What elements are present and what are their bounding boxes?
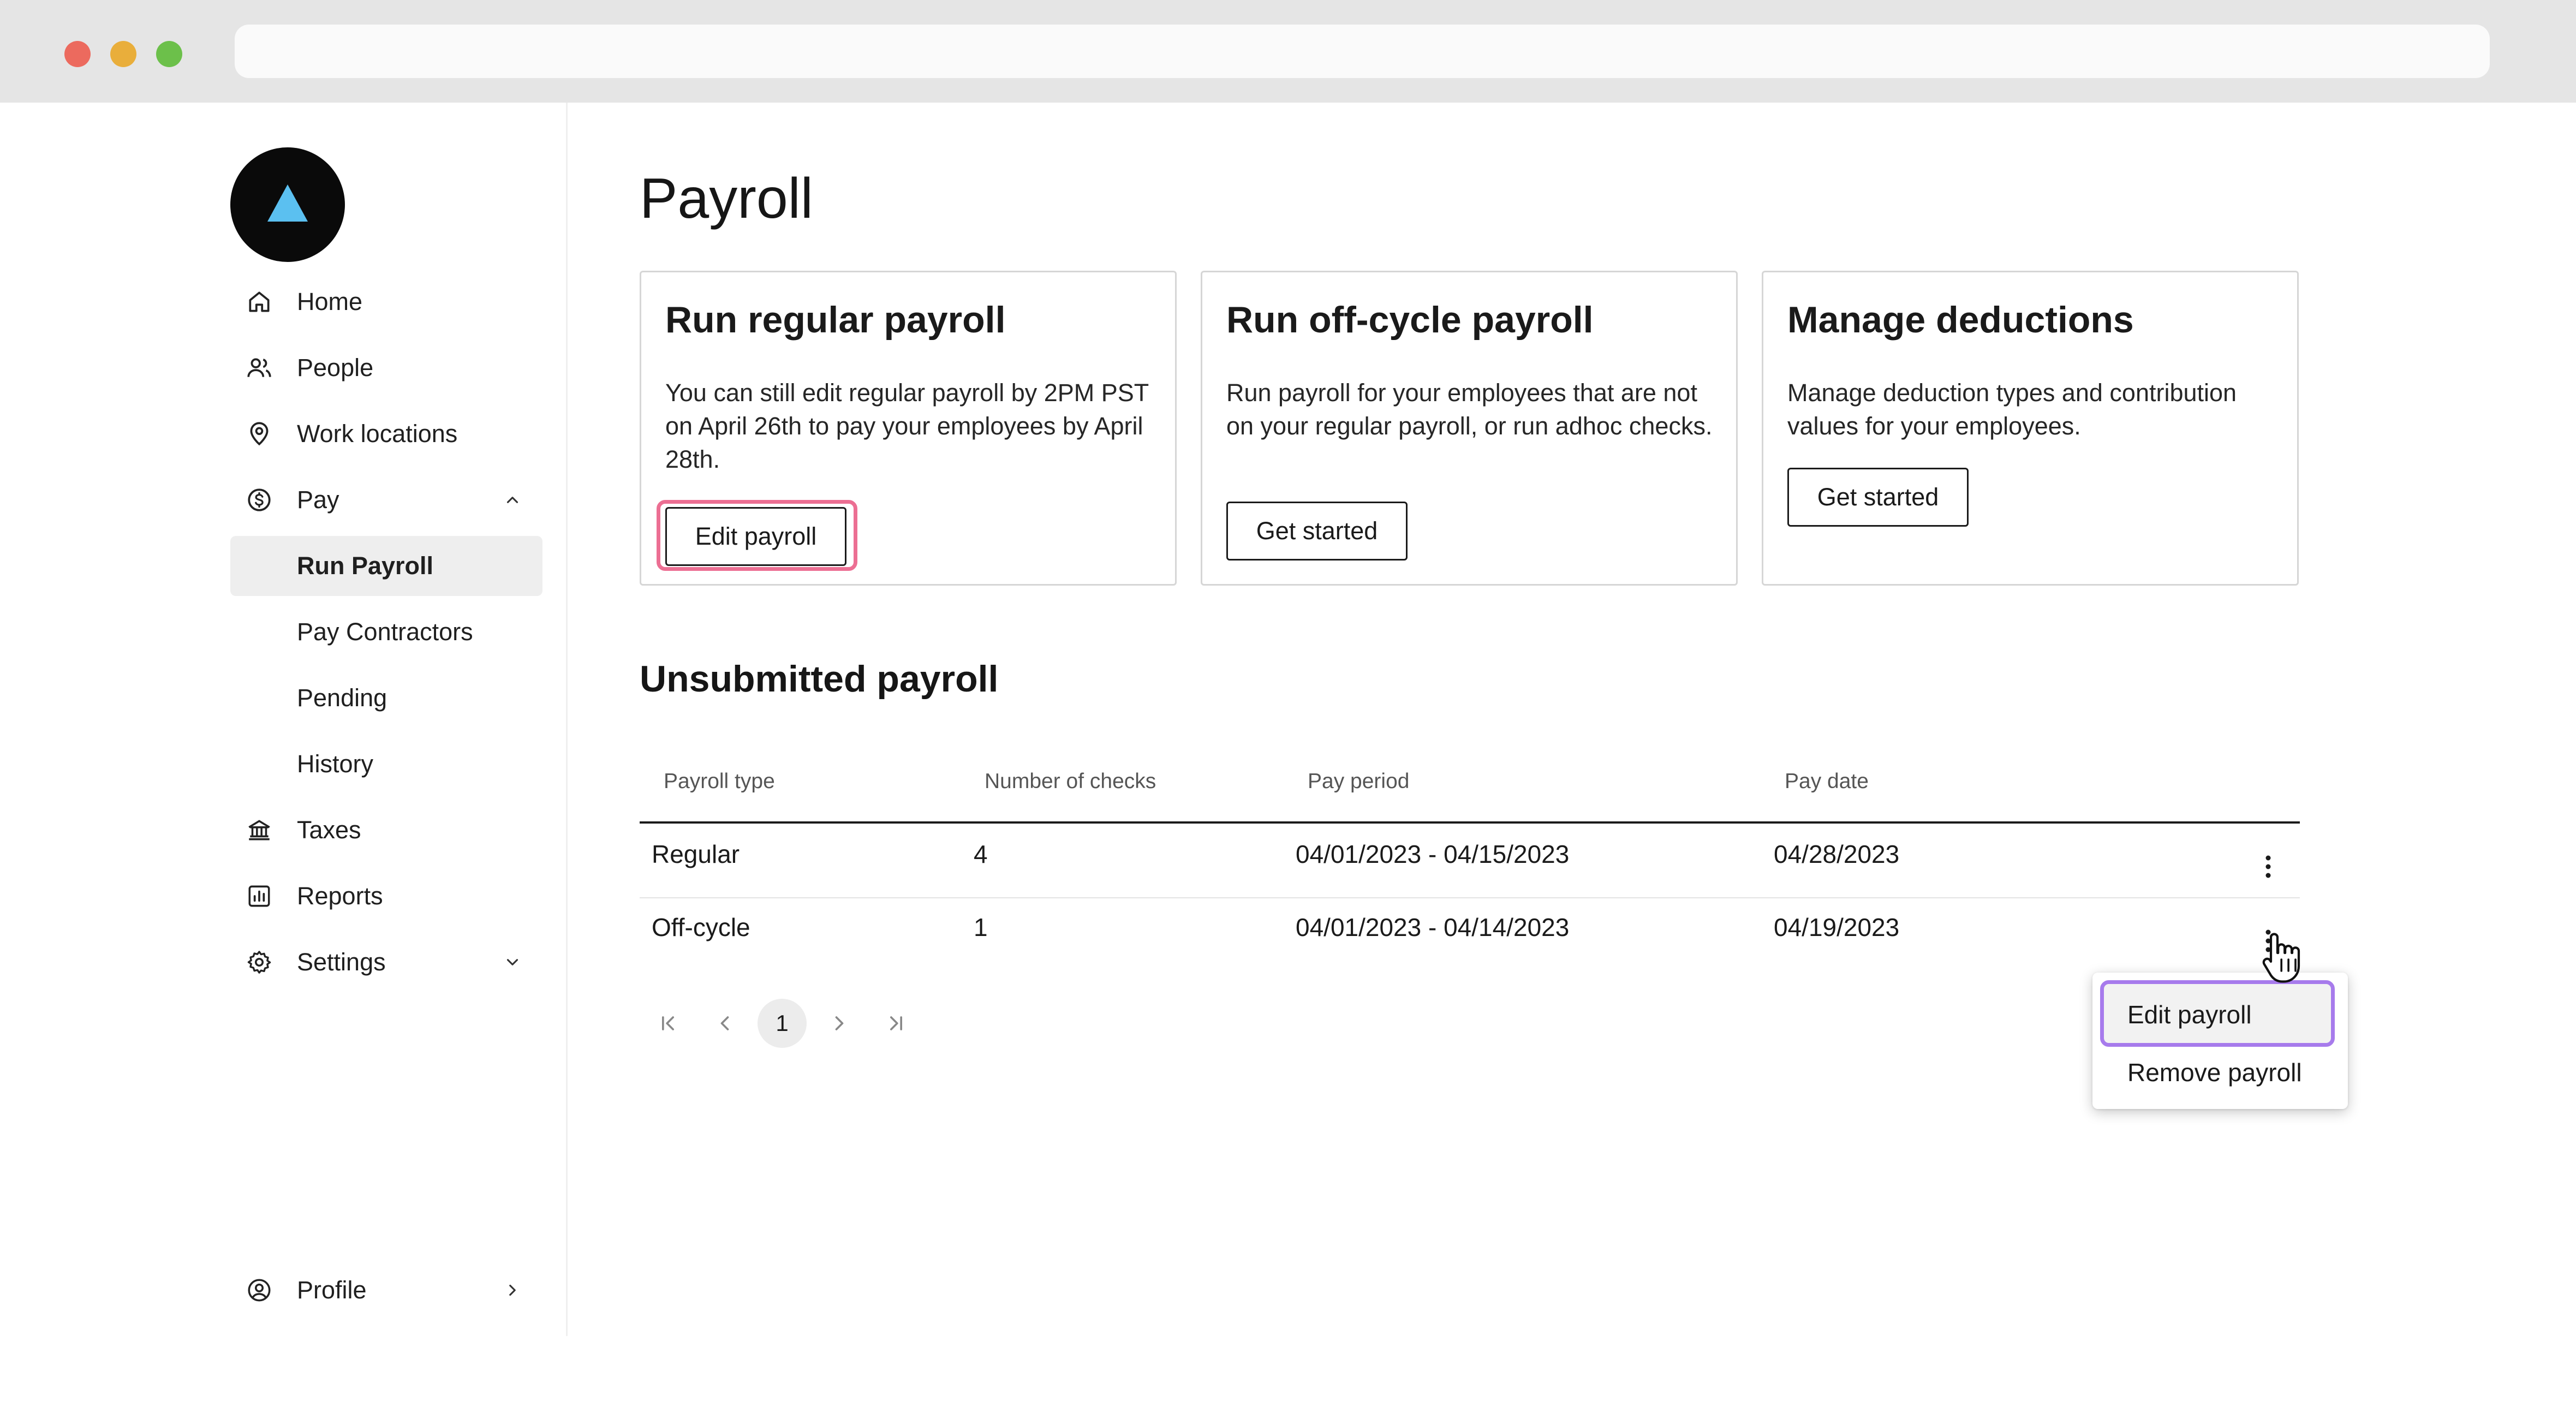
- user-circle-icon: [248, 1279, 271, 1302]
- sidebar-item-profile[interactable]: Profile: [230, 1260, 542, 1320]
- table-cell-checks: 1: [974, 913, 988, 941]
- chevron-first-page-icon: [662, 1016, 674, 1030]
- table-cell-pay-date: 04/19/2023: [1774, 913, 1900, 941]
- location-pin-icon: [250, 422, 269, 446]
- card-manage-deductions: Manage deductions Manage deduction types…: [1762, 271, 2299, 586]
- card-run-regular-payroll: Run regular payroll You can still edit r…: [640, 271, 1177, 586]
- bank-icon: [248, 820, 270, 840]
- sidebar-item-label: Work locations: [297, 420, 458, 448]
- triangle-logo-icon: [267, 184, 308, 222]
- sidebar-item-pending[interactable]: Pending: [230, 668, 542, 728]
- people-icon: [247, 358, 271, 377]
- get-started-button[interactable]: Get started: [1787, 468, 1969, 527]
- sidebar-item-taxes[interactable]: Taxes: [230, 800, 542, 860]
- column-header-pay-date: Pay date: [1785, 770, 1869, 793]
- sidebar-item-pay-contractors[interactable]: Pay Contractors: [230, 602, 542, 662]
- browser-chrome: [0, 0, 2576, 103]
- bar-chart-icon: [248, 885, 270, 907]
- table-cell-checks: 4: [974, 840, 988, 868]
- table-row-divider: [640, 897, 2300, 898]
- chevron-last-page-icon: [890, 1016, 902, 1030]
- column-header-pay-period: Pay period: [1308, 770, 1410, 793]
- row-actions-kebab-icon[interactable]: [2257, 850, 2279, 883]
- table-cell-pay-period: 04/01/2023 - 04/15/2023: [1296, 840, 1570, 868]
- table-cell-pay-period: 04/01/2023 - 04/14/2023: [1296, 913, 1570, 941]
- get-started-button[interactable]: Get started: [1226, 502, 1408, 561]
- section-title: Unsubmitted payroll: [640, 658, 999, 700]
- chevron-left-icon: [720, 1016, 729, 1030]
- sidebar-item-label: History: [297, 750, 374, 778]
- card-title: Run off-cycle payroll: [1226, 299, 1594, 341]
- table-cell-payroll-type: Regular: [652, 840, 740, 868]
- dollar-circle-icon: [248, 488, 271, 511]
- window-maximize-button[interactable]: [156, 41, 182, 67]
- sidebar-item-label: Pay: [297, 486, 339, 514]
- column-header-number-of-checks: Number of checks: [985, 770, 1156, 793]
- sidebar-item-label: Pay Contractors: [297, 618, 473, 646]
- sidebar-item-label: Pending: [297, 684, 387, 712]
- chevron-right-icon: [835, 1016, 844, 1030]
- sidebar-item-run-payroll[interactable]: Run Payroll: [230, 536, 542, 596]
- menu-item-remove-payroll[interactable]: Remove payroll: [2092, 1042, 2348, 1097]
- chevron-down-icon: [506, 959, 518, 965]
- column-header-payroll-type: Payroll type: [664, 770, 775, 793]
- chevron-right-icon: [509, 1284, 516, 1296]
- sidebar-item-reports[interactable]: Reports: [230, 866, 542, 926]
- card-run-off-cycle-payroll: Run off-cycle payroll Run payroll for yo…: [1201, 271, 1738, 586]
- window-minimize-button[interactable]: [110, 41, 136, 67]
- address-bar[interactable]: [235, 25, 2490, 78]
- sidebar-item-pay[interactable]: Pay: [230, 470, 542, 530]
- sidebar: Home People Work locations Pay Run Payro…: [0, 103, 568, 1336]
- pagination-page-current[interactable]: 1: [758, 999, 807, 1048]
- sidebar-item-label: Run Payroll: [297, 552, 434, 580]
- gear-icon: [247, 951, 271, 974]
- sidebar-item-label: People: [297, 354, 374, 381]
- card-title: Manage deductions: [1787, 299, 2134, 341]
- sidebar-item-label: Reports: [297, 882, 383, 910]
- sidebar-item-work-locations[interactable]: Work locations: [230, 404, 542, 464]
- table-cell-payroll-type: Off-cycle: [652, 913, 750, 941]
- card-title: Run regular payroll: [665, 299, 1006, 341]
- table-cell-pay-date: 04/28/2023: [1774, 840, 1900, 868]
- row-actions-menu: Edit payroll Remove payroll: [2092, 973, 2348, 1109]
- card-description: You can still edit regular payroll by 2P…: [665, 379, 1149, 473]
- pagination-prev-button[interactable]: [701, 999, 749, 1048]
- sidebar-item-settings[interactable]: Settings: [230, 932, 542, 992]
- hand-pointer-cursor-icon: [2262, 933, 2300, 983]
- page-title: Payroll: [640, 167, 813, 230]
- sidebar-item-home[interactable]: Home: [230, 272, 542, 332]
- table-header-divider: [640, 821, 2300, 824]
- pagination-first-button[interactable]: [644, 999, 692, 1048]
- pagination-last-button[interactable]: [872, 999, 920, 1048]
- menu-item-label: Edit payroll: [2127, 1000, 2252, 1029]
- sidebar-item-label: Home: [297, 288, 363, 315]
- sidebar-item-label: Taxes: [297, 816, 361, 844]
- sidebar-item-label: Profile: [297, 1276, 367, 1304]
- sidebar-item-people[interactable]: People: [230, 338, 542, 398]
- card-description: Run payroll for your employees that are …: [1226, 379, 1713, 440]
- edit-payroll-button[interactable]: Edit payroll: [665, 507, 846, 566]
- app-logo[interactable]: [230, 147, 345, 262]
- home-icon: [249, 291, 270, 312]
- menu-item-label: Remove payroll: [2127, 1058, 2302, 1087]
- pagination-next-button[interactable]: [815, 999, 863, 1048]
- chevron-up-icon: [506, 497, 518, 503]
- sidebar-item-label: Settings: [297, 948, 386, 976]
- sidebar-item-history[interactable]: History: [230, 734, 542, 794]
- window-close-button[interactable]: [64, 41, 91, 67]
- card-description: Manage deduction types and contribution …: [1787, 379, 2237, 440]
- menu-item-edit-payroll[interactable]: Edit payroll: [2092, 985, 2348, 1039]
